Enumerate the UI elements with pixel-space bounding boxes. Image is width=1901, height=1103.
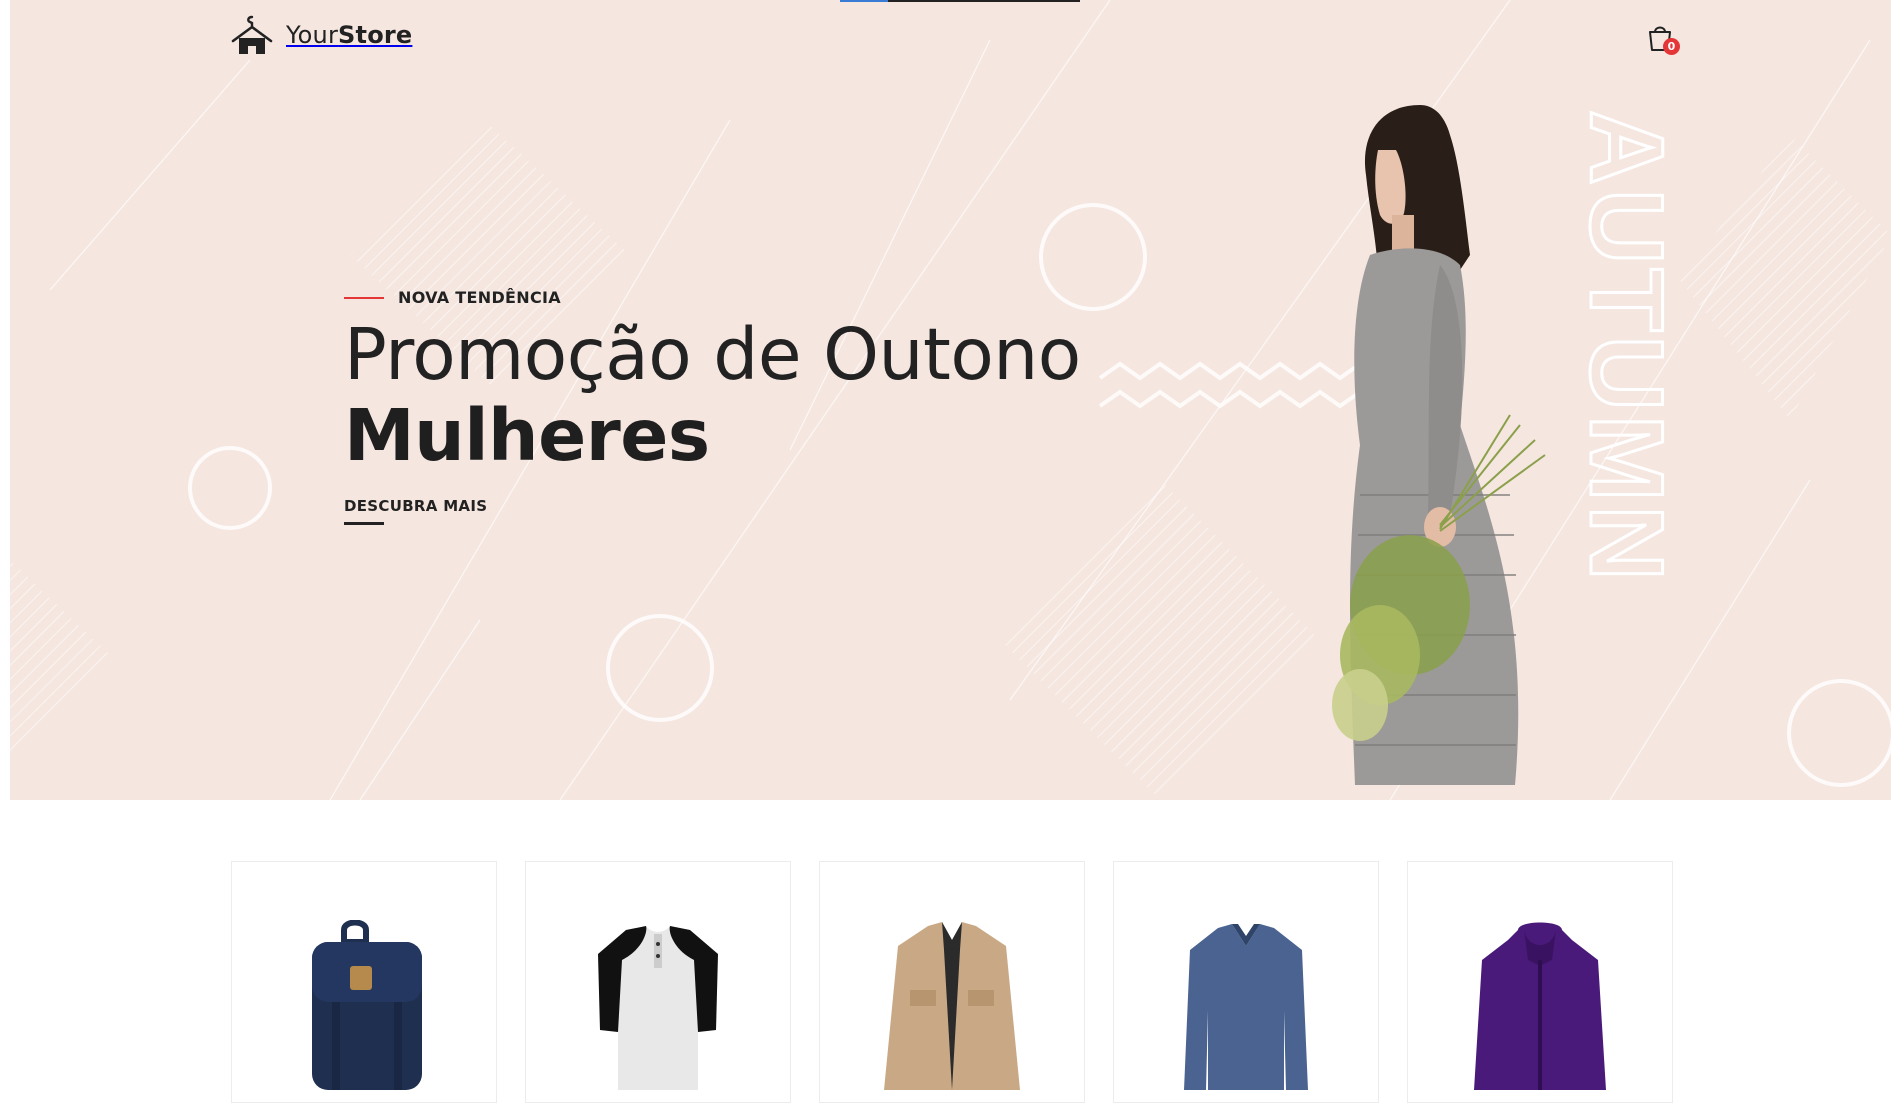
product-grid [231, 861, 1673, 1103]
cart-count-badge: 0 [1663, 38, 1680, 55]
hero-title-line1: Promoção de Outono [344, 313, 1081, 396]
product-card-khaki-jacket[interactable] [819, 861, 1085, 1103]
page-right-edge [1891, 0, 1901, 1080]
backpack-image [312, 920, 422, 1090]
hero-banner: AUTUMN NOVA TENDÊNCIA Promoção de Outono… [10, 0, 1891, 800]
product-card-raglan-shirt[interactable] [525, 861, 791, 1103]
logo-text: YourStore [286, 21, 412, 49]
logo-text-bold: Store [338, 21, 413, 49]
eyebrow-accent-line [344, 296, 384, 299]
khaki-jacket-image [884, 922, 1020, 1090]
site-header: YourStore 0 [0, 0, 1901, 80]
store-logo[interactable]: YourStore [230, 14, 412, 56]
hero-eyebrow-text: NOVA TENDÊNCIA [398, 288, 561, 307]
logo-text-light: Your [286, 21, 339, 49]
hero-title-line2: Mulheres [344, 394, 710, 477]
blue-sweater-image [1184, 924, 1308, 1090]
page-left-edge [0, 0, 10, 800]
product-card-purple-jacket[interactable] [1407, 861, 1673, 1103]
discover-more-label: DESCUBRA MAIS [344, 497, 488, 515]
hero-eyebrow: NOVA TENDÊNCIA [344, 288, 1204, 307]
product-card-backpack[interactable] [231, 861, 497, 1103]
cta-underline [344, 522, 384, 525]
hero-text-block: NOVA TENDÊNCIA Promoção de Outono Mulher… [344, 288, 1204, 525]
purple-jacket-image [1474, 922, 1606, 1090]
hanger-house-icon [231, 15, 273, 54]
product-card-blue-sweater[interactable] [1113, 861, 1379, 1103]
discover-more-link[interactable]: DESCUBRA MAIS [344, 497, 487, 525]
cart-button[interactable]: 0 [1645, 22, 1685, 60]
raglan-shirt-image [598, 926, 718, 1090]
model-woman-image [1332, 105, 1546, 785]
